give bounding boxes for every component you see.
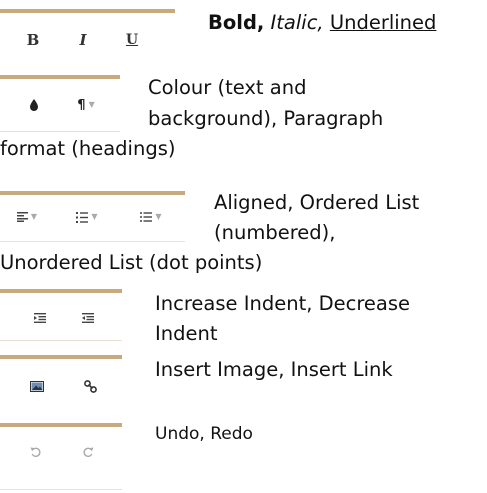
insert-image-button[interactable] [26,377,48,395]
ordered-list-button[interactable]: ▼ [67,208,107,226]
redo-button[interactable] [79,443,97,461]
decrease-indent-button[interactable] [78,309,98,327]
redo-icon [83,447,94,458]
insert-link-icon [83,379,97,393]
chevron-down-icon: ▼ [88,100,95,109]
increase-indent-button[interactable] [30,309,50,327]
insert-link-button[interactable] [79,377,101,395]
lists-description-line-2: (numbered), [214,221,336,244]
row-indent: Increase Indent, Decrease Indent [0,285,487,350]
paragraph-icon: ¶ [77,97,86,113]
history-description: Undo, Redo [155,424,253,444]
insert-description: Insert Image, Insert Link [155,358,393,381]
paragraph-format-button[interactable]: ¶ ▼ [66,95,106,115]
insert-image-icon [30,380,44,392]
toolbar-accent-bar [0,289,122,293]
italic-button[interactable]: I [72,30,94,50]
colour-description-line-3: format (headings) [0,137,176,160]
underline-button[interactable]: U [121,30,143,50]
italic-label: Italic, [270,11,324,34]
colour-button[interactable] [24,95,44,115]
lists-description-line-3: Unordered List (dot points) [0,251,263,274]
row-colour-paragraph: ¶ ▼ Colour (text and background), Paragr… [0,60,487,200]
italic-icon: I [79,30,87,49]
toolbar-accent-bar [0,191,185,195]
undo-icon [30,447,41,458]
indent-description-line-1: Increase Indent, Decrease [155,292,411,315]
bold-label: Bold, [208,11,265,34]
colour-description-line-1: Colour (text and [148,76,307,99]
underline-icon: U [125,32,139,48]
lists-description-line-1: Aligned, Ordered List [214,191,420,214]
color-drop-icon [30,99,38,111]
toolbar-bottom-line [0,489,122,490]
indent-decrease-icon [82,313,94,323]
unordered-list-button[interactable]: ▼ [131,208,171,226]
align-button[interactable]: ▼ [12,208,42,226]
unordered-list-icon [140,212,153,222]
formatting-description: Bold, Italic, Underlined [208,8,436,37]
toolbar-accent-bar [0,355,122,359]
underline-label: Underlined [329,11,437,34]
row-insert: Insert Image, Insert Link [0,350,487,415]
toolbar-bottom-line [0,340,122,341]
chevron-down-icon: ▼ [155,212,162,221]
undo-button[interactable] [27,443,45,461]
ordered-list-icon [76,211,89,223]
indent-increase-icon [34,313,46,323]
bold-icon: B [26,30,40,49]
toolbar-bottom-line [0,131,120,132]
chevron-down-icon: ▼ [91,212,98,221]
row-history: Undo, Redo [0,415,487,493]
indent-description-line-2: Indent [155,322,218,345]
toolbar-accent-bar [0,423,122,427]
align-left-icon [16,212,28,222]
toolbar-accent-bar [0,9,175,13]
bold-button[interactable]: B [22,30,44,50]
chevron-down-icon: ▼ [30,212,38,221]
toolbar-accent-bar [0,75,120,79]
toolbar-bottom-line [0,241,185,242]
row-formatting: B I U Bold, Italic, Underlined [0,0,487,60]
colour-description-line-2: background), Paragraph [148,107,384,130]
